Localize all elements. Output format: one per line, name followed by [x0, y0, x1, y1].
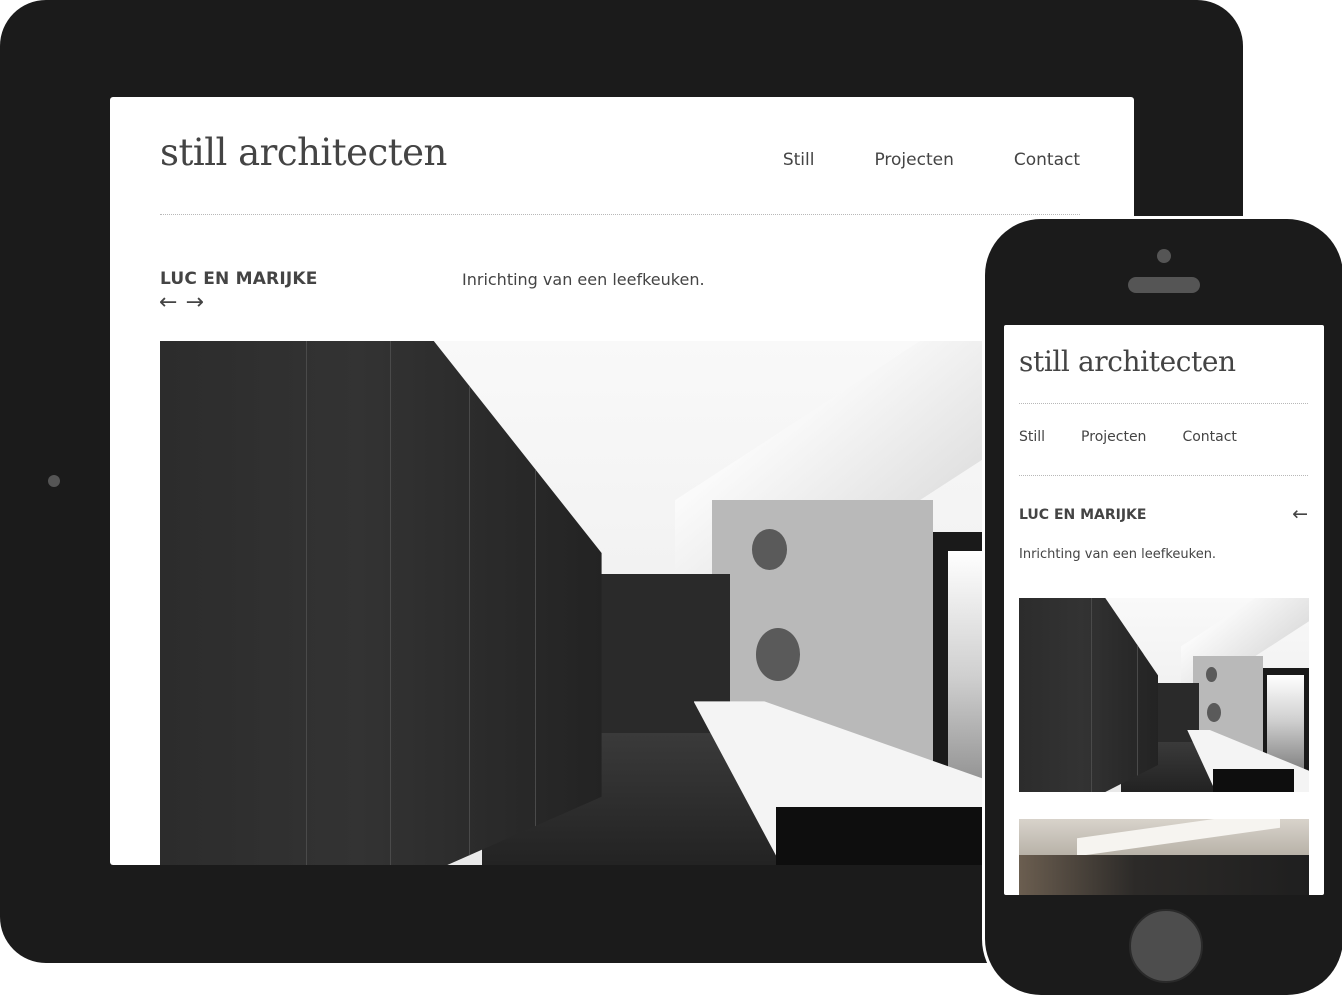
site-logo[interactable]: still architecten — [1019, 345, 1236, 378]
phone-camera — [1157, 249, 1171, 263]
project-description: Inrichting van een leefkeuken. — [1019, 547, 1217, 562]
tablet-screen: still architecten Still Projecten Contac… — [110, 97, 1134, 865]
project-pager: ← → — [159, 289, 204, 317]
phone-screen: still architecten Still Projecten Contac… — [1004, 325, 1324, 895]
prev-arrow-icon[interactable]: ← — [159, 289, 177, 317]
header-divider — [160, 214, 1080, 215]
project-title: LUC EN MARIJKE — [1019, 507, 1147, 523]
nav-contact[interactable]: Contact — [1182, 429, 1236, 445]
header-divider — [1019, 403, 1308, 404]
project-image[interactable] — [160, 341, 1080, 865]
prev-arrow-icon[interactable]: ← — [1292, 503, 1308, 525]
project-title: LUC EN MARIJKE — [160, 269, 318, 289]
site-logo[interactable]: still architecten — [160, 131, 447, 174]
nav-contact[interactable]: Contact — [1014, 150, 1080, 170]
tablet-camera — [48, 475, 60, 487]
next-arrow-icon[interactable]: → — [185, 289, 203, 317]
nav-projecten[interactable]: Projecten — [874, 150, 953, 170]
nav-still[interactable]: Still — [1019, 429, 1045, 445]
phone-device: still architecten Still Projecten Contac… — [985, 219, 1342, 995]
main-nav: Still Projecten Contact — [1019, 429, 1237, 445]
nav-projecten[interactable]: Projecten — [1081, 429, 1146, 445]
nav-still[interactable]: Still — [783, 150, 815, 170]
project-image-2[interactable] — [1019, 819, 1309, 895]
phone-speaker — [1128, 277, 1200, 293]
nav-divider — [1019, 475, 1308, 476]
home-button[interactable] — [1129, 909, 1203, 983]
main-nav: Still Projecten Contact — [783, 150, 1080, 170]
project-image[interactable] — [1019, 598, 1309, 792]
project-description: Inrichting van een leefkeuken. — [462, 270, 705, 289]
